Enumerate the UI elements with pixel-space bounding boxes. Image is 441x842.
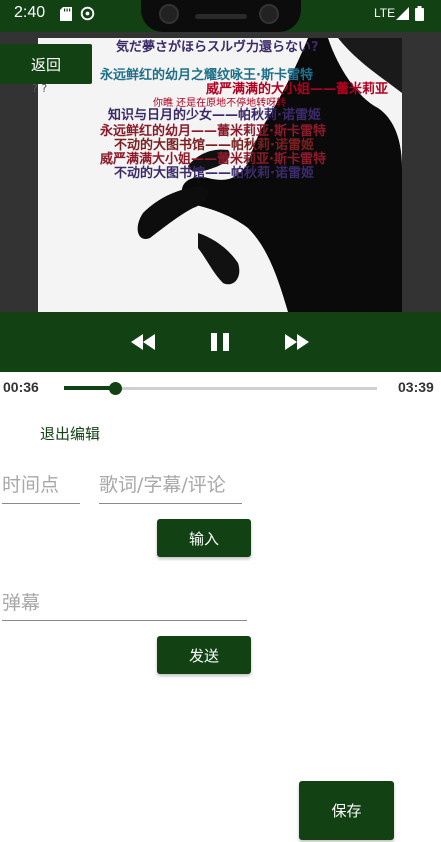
status-time: 2:40 [14, 4, 46, 21]
network-type: LTE [374, 6, 396, 20]
battery-icon [415, 6, 424, 21]
overlay-text: ? ? [32, 82, 48, 95]
playback-controls [0, 312, 441, 372]
rewind-icon[interactable] [130, 330, 156, 354]
input-button[interactable]: 输入 [157, 519, 251, 557]
earpiece-speaker [195, 14, 247, 19]
exit-edit-button[interactable]: 退出编辑 [40, 423, 100, 444]
camera-notch [141, 0, 301, 32]
signal-icon [396, 7, 409, 20]
current-time: 00:36 [3, 379, 39, 395]
seek-bar-progress [64, 386, 116, 390]
time-point-input[interactable] [2, 472, 80, 504]
danmaku-line: 不动的大图书馆——帕秋莉·诺雷姬 [114, 166, 314, 181]
send-button[interactable]: 发送 [157, 636, 251, 674]
danmaku-input[interactable] [2, 592, 247, 621]
front-sensor [259, 4, 279, 24]
fast-forward-icon[interactable] [284, 330, 310, 354]
video-player[interactable]: 気だ夢さがほらスルヴ力還らない? 永远鲜红的幼月之耀纹咏王·斯卡雷特 威严满满的… [0, 32, 441, 312]
save-button[interactable]: 保存 [299, 781, 394, 840]
danmaku-line: 気だ夢さがほらスルヴ力還らない? [116, 40, 319, 55]
total-time: 03:39 [398, 379, 434, 395]
danmaku-line: 知识与日月的少女——帕秋莉·诺雷姬 [108, 108, 321, 123]
back-button[interactable]: 返回 [0, 44, 92, 84]
data-saver-icon [80, 6, 95, 21]
pause-icon[interactable] [209, 330, 231, 354]
video-frame: 気だ夢さがほらスルヴ力還らない? 永远鲜红的幼月之耀纹咏王·斯卡雷特 威严满满的… [38, 38, 402, 312]
sd-card-icon [60, 7, 72, 21]
seek-bar-thumb[interactable] [108, 382, 122, 395]
lyrics-input[interactable] [99, 472, 242, 504]
front-camera [159, 4, 179, 24]
status-bar: 2:40 LTE [0, 0, 441, 32]
